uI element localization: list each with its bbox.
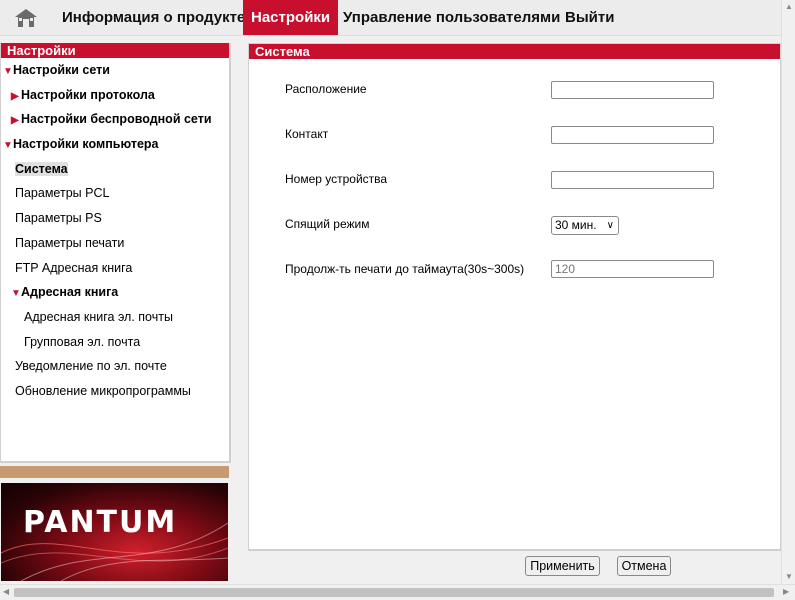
nav-settings[interactable]: Настройки <box>243 0 339 35</box>
sidebar-item-network[interactable]: ▼Настройки сети <box>3 63 110 77</box>
system-settings-panel: Система Расположение Контакт Номер устро… <box>248 43 782 551</box>
sidebar-item-label: Параметры PS <box>15 211 102 225</box>
horizontal-scroll-thumb[interactable] <box>14 588 774 597</box>
sidebar-item-protocol[interactable]: ▶ Настройки протокола <box>11 88 155 102</box>
sidebar-item-system[interactable]: Система <box>15 162 68 176</box>
contact-input[interactable] <box>551 126 714 144</box>
device-number-label: Номер устройства <box>285 172 388 186</box>
sidebar-title: Настройки <box>1 43 229 58</box>
logo-text: PANTUM <box>23 505 178 540</box>
chevron-down-icon: ∨ <box>606 220 614 231</box>
sidebar-item-label: FTP Адресная книга <box>15 261 133 275</box>
sidebar-item-print-params[interactable]: Параметры печати <box>15 236 124 250</box>
print-timeout-label: Продолж-ть печати до таймаута(30s~300s) <box>285 262 525 276</box>
scroll-up-icon[interactable]: ▲ <box>785 2 793 11</box>
top-navigation: Информация о продукте Настройки Управлен… <box>0 0 795 36</box>
device-number-input[interactable] <box>551 171 714 189</box>
triangle-down-icon: ▼ <box>3 66 13 77</box>
print-timeout-input[interactable] <box>551 260 714 278</box>
sidebar-item-group-email[interactable]: Групповая эл. почта <box>24 335 140 349</box>
vertical-scrollbar[interactable]: ▲ ▼ <box>781 0 795 584</box>
page-title: Система <box>255 44 310 59</box>
apply-button[interactable]: Применить <box>525 556 600 576</box>
horizontal-scrollbar[interactable]: ◀ ▶ <box>0 584 795 600</box>
sidebar-item-label: Настройки протокола <box>21 88 155 102</box>
sidebar-item-wireless[interactable]: ▶ Настройки беспроводной сети <box>11 112 212 126</box>
triangle-down-icon: ▼ <box>11 288 21 299</box>
sidebar-item-label: Настройки компьютера <box>13 137 159 151</box>
sidebar-item-label: Параметры печати <box>15 236 125 250</box>
nav-user-management[interactable]: Управление пользователями <box>335 0 568 35</box>
sleep-mode-value: 30 мин. <box>555 218 597 232</box>
sidebar-item-label: Групповая эл. почта <box>24 335 141 349</box>
cancel-button[interactable]: Отмена <box>617 556 671 576</box>
panel-header: Система <box>249 44 780 59</box>
sleep-mode-label: Спящий режим <box>285 217 370 231</box>
sidebar-item-email-notification[interactable]: Уведомление по эл. почте <box>15 359 167 373</box>
triangle-right-icon: ▶ <box>11 91 19 102</box>
sidebar: Настройки ▼Настройки сети ▶ Настройки про… <box>0 43 231 463</box>
home-icon[interactable] <box>14 8 38 28</box>
sidebar-item-pcl[interactable]: Параметры PCL <box>15 186 109 200</box>
contact-label: Контакт <box>285 127 329 141</box>
pantum-logo: PANTUM <box>1 483 228 581</box>
location-label: Расположение <box>285 82 367 96</box>
sidebar-item-addressbook[interactable]: ▼Адресная книга <box>11 285 118 299</box>
nav-product-info[interactable]: Информация о продукте <box>54 0 253 35</box>
sidebar-item-label: Система <box>15 162 68 176</box>
sidebar-item-computer[interactable]: ▼Настройки компьютера <box>3 137 159 151</box>
nav-logout[interactable]: Выйти <box>557 0 622 35</box>
sidebar-item-ftp-addressbook[interactable]: FTP Адресная книга <box>15 261 132 275</box>
sidebar-item-label: Уведомление по эл. почте <box>15 359 167 373</box>
sidebar-item-label: Настройки сети <box>13 63 110 77</box>
triangle-down-icon: ▼ <box>3 140 13 151</box>
sidebar-item-label: Настройки беспроводной сети <box>21 112 212 126</box>
sidebar-item-label: Параметры PCL <box>15 186 110 200</box>
sidebar-item-label: Адресная книга эл. почты <box>24 310 173 324</box>
sidebar-item-label: Адресная книга <box>21 285 119 299</box>
scroll-left-icon[interactable]: ◀ <box>3 587 9 596</box>
sleep-mode-select[interactable]: 30 мин. ∨ <box>551 216 619 235</box>
sidebar-item-label: Обновление микропрограммы <box>15 384 191 398</box>
triangle-right-icon: ▶ <box>11 115 19 126</box>
decorative-strip <box>0 466 229 478</box>
sidebar-item-firmware-update[interactable]: Обновление микропрограммы <box>15 384 191 398</box>
sidebar-item-ps[interactable]: Параметры PS <box>15 211 102 225</box>
scroll-down-icon[interactable]: ▼ <box>785 572 793 581</box>
scroll-right-icon[interactable]: ▶ <box>783 587 789 596</box>
location-input[interactable] <box>551 81 714 99</box>
sidebar-item-email-addressbook[interactable]: Адресная книга эл. почты <box>24 310 173 324</box>
